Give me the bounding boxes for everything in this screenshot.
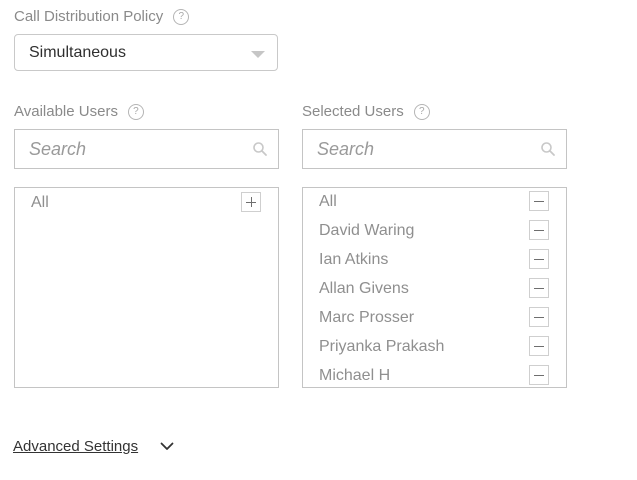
available-user-label: All (31, 193, 49, 211)
selected-users-label: Selected Users (302, 103, 404, 120)
call-distribution-select[interactable]: Simultaneous (14, 34, 278, 71)
list-item: David Waring (303, 216, 566, 245)
caret-down-icon (251, 51, 265, 58)
remove-user-button[interactable] (529, 278, 549, 298)
selected-user-label: Marc Prosser (319, 308, 415, 326)
list-item: All (15, 188, 278, 217)
advanced-settings-link[interactable]: Advanced Settings (13, 438, 138, 455)
search-icon[interactable] (540, 141, 556, 162)
list-item: Priyanka Prakash (303, 332, 566, 361)
selected-users-search (302, 129, 567, 169)
selected-user-label: All (319, 192, 337, 210)
list-item: Michael H (303, 361, 566, 387)
list-item: All (303, 188, 566, 216)
selected-user-label: Allan Givens (319, 279, 409, 297)
add-user-button[interactable] (241, 192, 261, 212)
chevron-down-icon[interactable] (160, 442, 174, 451)
minus-icon (534, 374, 544, 376)
call-distribution-settings: Call Distribution Policy ? Simultaneous … (0, 0, 637, 480)
minus-icon (534, 229, 544, 231)
minus-icon (534, 200, 544, 202)
call-distribution-help-icon[interactable]: ? (173, 8, 190, 25)
plus-icon-vertical (250, 197, 252, 207)
available-users-list: All (14, 187, 279, 388)
selected-users-list: All David Waring Ian Atkins Allan Givens… (302, 187, 567, 388)
search-icon[interactable] (252, 141, 268, 162)
available-users-search-input[interactable] (29, 138, 229, 160)
minus-icon (534, 287, 544, 289)
minus-icon (534, 345, 544, 347)
selected-user-label: Ian Atkins (319, 250, 389, 268)
remove-user-button[interactable] (529, 307, 549, 327)
minus-icon (534, 258, 544, 260)
call-distribution-label: Call Distribution Policy (14, 8, 164, 25)
remove-user-button[interactable] (529, 365, 549, 385)
remove-user-button[interactable] (529, 220, 549, 240)
remove-user-button[interactable] (529, 249, 549, 269)
call-distribution-label-row: Call Distribution Policy ? (14, 8, 190, 25)
selected-users-help-icon[interactable]: ? (413, 103, 430, 120)
available-users-search (14, 129, 279, 169)
selected-user-label: David Waring (319, 221, 415, 239)
advanced-settings-toggle[interactable]: Advanced Settings (13, 438, 174, 455)
available-users-label-row: Available Users ? (14, 103, 144, 120)
remove-user-button[interactable] (529, 191, 549, 211)
selected-users-label-row: Selected Users ? (302, 103, 430, 120)
selected-user-label: Michael H (319, 366, 391, 384)
available-users-help-icon[interactable]: ? (127, 103, 144, 120)
selected-users-search-input[interactable] (317, 138, 517, 160)
minus-icon (534, 316, 544, 318)
available-users-label: Available Users (14, 103, 118, 120)
list-item: Ian Atkins (303, 245, 566, 274)
list-item: Marc Prosser (303, 303, 566, 332)
list-item: Allan Givens (303, 274, 566, 303)
call-distribution-selected-value: Simultaneous (29, 43, 126, 61)
selected-user-label: Priyanka Prakash (319, 337, 445, 355)
remove-user-button[interactable] (529, 336, 549, 356)
